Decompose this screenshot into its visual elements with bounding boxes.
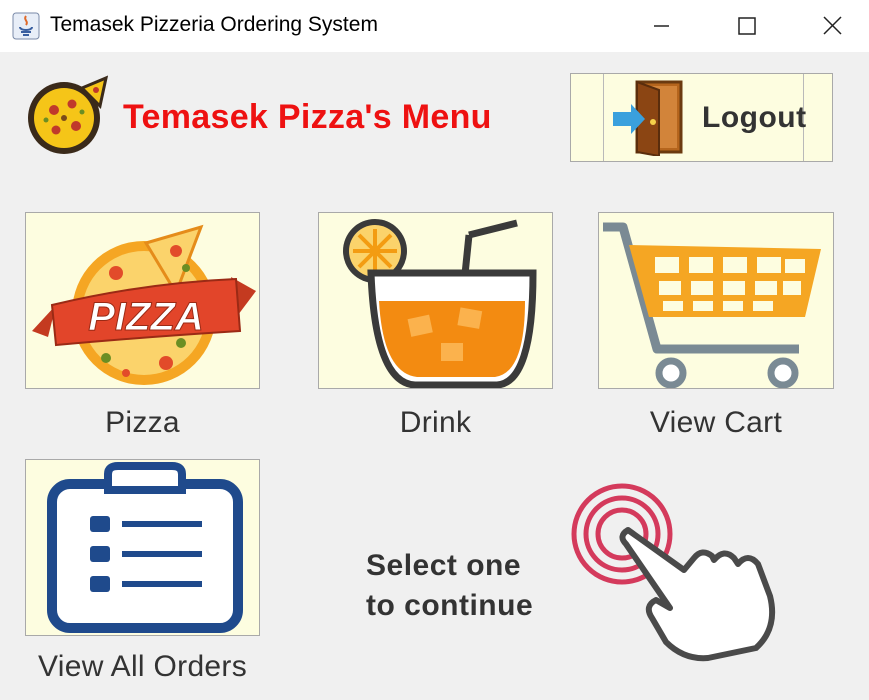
drink-label: Drink bbox=[399, 406, 472, 439]
logout-button[interactable]: Logout bbox=[570, 73, 833, 162]
close-button[interactable] bbox=[802, 0, 862, 52]
pizza-icon: PIZZA bbox=[32, 224, 256, 385]
svg-text:PIZZA: PIZZA bbox=[88, 295, 204, 339]
clipboard-icon bbox=[47, 462, 243, 633]
view-all-orders-button[interactable] bbox=[25, 459, 260, 636]
minimize-button[interactable] bbox=[632, 0, 692, 52]
logout-label: Logout bbox=[702, 101, 807, 134]
window-title: Temasek Pizzeria Ordering System bbox=[50, 13, 378, 36]
java-app-icon bbox=[12, 12, 40, 40]
pizza-label: Pizza bbox=[105, 406, 180, 439]
title-bar: Temasek Pizzeria Ordering System bbox=[0, 0, 869, 52]
pizza-logo-icon bbox=[28, 75, 108, 154]
minimize-icon bbox=[654, 25, 669, 27]
shopping-cart-icon bbox=[603, 222, 821, 388]
close-icon bbox=[823, 16, 842, 35]
view-all-orders-label: View All Orders bbox=[37, 650, 248, 683]
view-cart-button[interactable] bbox=[598, 212, 834, 389]
prompt-line-1: Select one bbox=[366, 549, 522, 582]
selection-prompt: Select one to continue bbox=[366, 546, 533, 626]
view-cart-label: View Cart bbox=[649, 406, 783, 439]
exit-door-icon bbox=[613, 80, 683, 156]
drink-icon bbox=[343, 219, 537, 388]
maximize-icon bbox=[738, 17, 756, 35]
pizza-button[interactable]: PIZZA bbox=[25, 212, 260, 389]
drink-button[interactable] bbox=[318, 212, 553, 389]
pointing-hand-icon bbox=[571, 483, 776, 662]
prompt-line-2: to continue bbox=[366, 589, 534, 622]
menu-title: Temasek Pizza's Menu bbox=[123, 98, 492, 136]
maximize-button[interactable] bbox=[717, 0, 777, 52]
